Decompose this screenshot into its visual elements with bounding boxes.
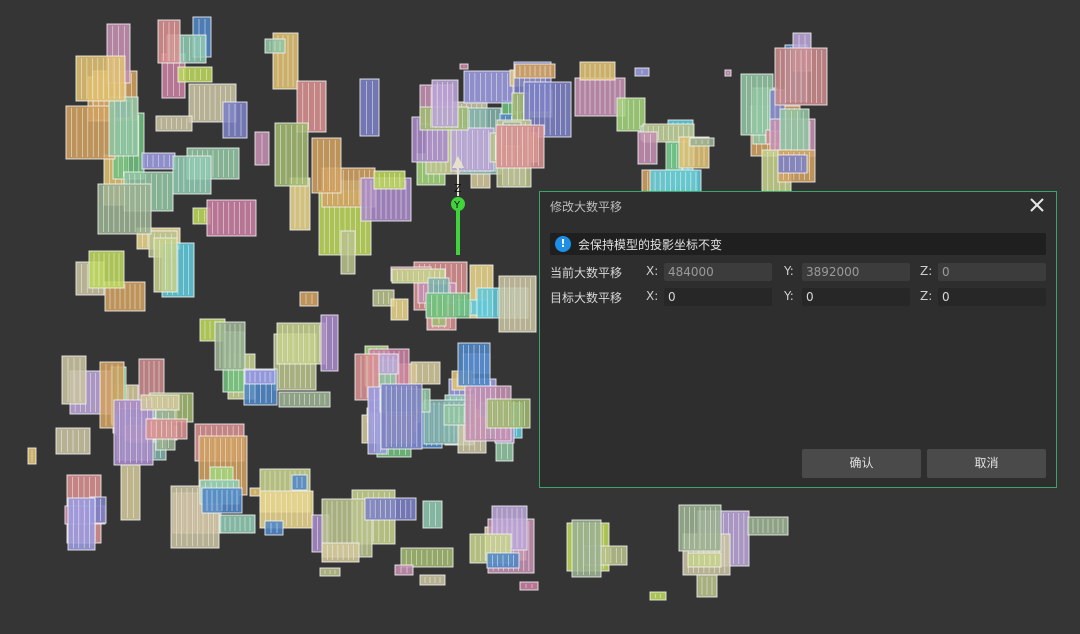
gizmo-y-label: Y xyxy=(453,200,461,211)
building-block xyxy=(264,520,284,536)
current-x-field: 484000 xyxy=(664,263,772,281)
building-block xyxy=(108,96,139,157)
building-block xyxy=(431,79,459,128)
building-block xyxy=(519,581,539,591)
info-banner: ! 会保持模型的投影坐标不变 xyxy=(550,233,1046,255)
gizmo-z-label: Z xyxy=(454,182,462,195)
target-z-label: Z: xyxy=(920,289,933,303)
info-text: 会保持模型的投影坐标不变 xyxy=(578,238,723,252)
building-block xyxy=(299,291,319,307)
building-block xyxy=(410,361,441,385)
building-block xyxy=(65,105,116,160)
building-block xyxy=(419,574,446,586)
cancel-button[interactable]: 取消 xyxy=(927,449,1046,478)
building-block xyxy=(637,131,658,165)
building-block xyxy=(75,55,126,102)
building-block xyxy=(291,474,308,491)
modify-offset-dialog: 修改大数平移 ! 会保持模型的投影坐标不变 当前大数平移 X: 484000 Y… xyxy=(539,191,1057,488)
current-y-label: Y: xyxy=(784,264,794,278)
target-y-label: Y: xyxy=(784,289,794,303)
target-y-input[interactable]: 0 xyxy=(802,288,910,306)
current-y-field: 3892000 xyxy=(802,263,910,281)
target-x-label: X: xyxy=(646,289,659,303)
building-block xyxy=(120,464,141,521)
building-block xyxy=(67,497,96,551)
building-block xyxy=(276,322,326,365)
current-z-field: 0 xyxy=(938,263,1046,281)
current-z-label: Z: xyxy=(920,264,933,278)
building-block xyxy=(311,137,342,194)
building-block xyxy=(394,564,414,576)
building-block xyxy=(495,124,545,169)
building-block xyxy=(463,70,514,104)
building-block xyxy=(422,500,443,529)
building-block xyxy=(777,154,808,174)
target-x-input[interactable]: 0 xyxy=(664,288,772,306)
target-offset-label: 目标大数平移 xyxy=(550,291,623,305)
dialog-title: 修改大数平移 xyxy=(550,200,623,214)
building-block xyxy=(206,199,257,237)
current-offset-label: 当前大数平移 xyxy=(550,266,623,280)
target-z-input[interactable]: 0 xyxy=(938,288,1046,306)
current-x-label: X: xyxy=(646,264,659,278)
confirm-button[interactable]: 确认 xyxy=(802,449,921,478)
building-block xyxy=(649,591,667,601)
building-block xyxy=(571,519,602,578)
info-icon: ! xyxy=(555,236,571,252)
building-block xyxy=(359,78,380,137)
building-block xyxy=(320,314,339,372)
close-icon[interactable] xyxy=(1028,196,1046,214)
building-block xyxy=(390,298,409,321)
